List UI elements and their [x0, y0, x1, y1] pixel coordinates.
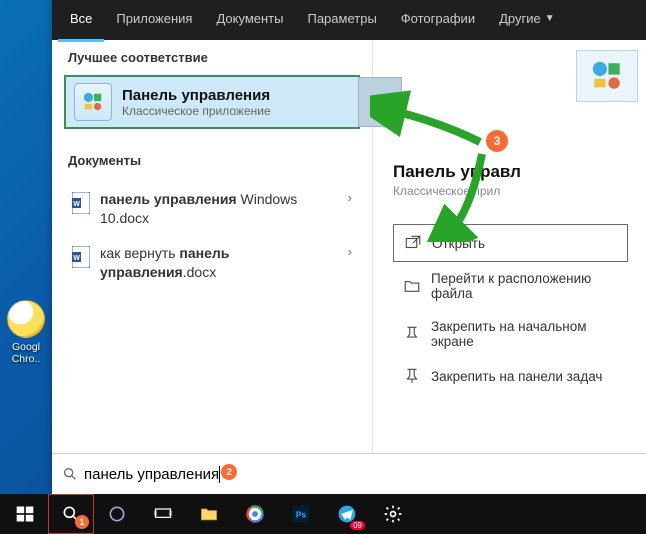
- pin-taskbar-icon: [403, 367, 421, 385]
- notification-badge: 09: [350, 521, 365, 530]
- action-open[interactable]: Открыть: [393, 224, 628, 262]
- folder-icon: [403, 277, 421, 295]
- tab-documents[interactable]: Документы: [204, 0, 295, 42]
- taskview-icon: [153, 504, 173, 524]
- docx-icon: W: [72, 246, 90, 268]
- search-content: Лучшее соответствие Панель управления Кл…: [52, 40, 646, 453]
- svg-text:W: W: [73, 255, 80, 262]
- svg-text:W: W: [73, 201, 80, 208]
- details-pane: Панель управл Классическое прил Открыть …: [373, 40, 646, 453]
- document-item[interactable]: W панель управления Windows 10.docx ›: [52, 182, 372, 236]
- chevron-right-icon: ›: [340, 190, 352, 205]
- tab-settings[interactable]: Параметры: [295, 0, 388, 42]
- tab-photos[interactable]: Фотографии: [389, 0, 487, 42]
- document-title: как вернуть панель управления.docx: [100, 244, 340, 282]
- best-match-item[interactable]: Панель управления Классическое приложени…: [64, 75, 360, 129]
- chrome-icon: [7, 300, 45, 338]
- taskbar-taskview-button[interactable]: [140, 494, 186, 534]
- action-pin-taskbar[interactable]: Закрепить на панели задач: [393, 358, 628, 394]
- photoshop-icon: Ps: [291, 504, 311, 524]
- circle-icon: [107, 504, 127, 524]
- folder-icon: [199, 504, 219, 524]
- search-bar[interactable]: панель управления 2: [52, 453, 646, 494]
- taskbar-explorer-button[interactable]: [186, 494, 232, 534]
- gear-icon: [383, 504, 403, 524]
- search-tabs: Все Приложения Документы Параметры Фотог…: [52, 0, 646, 40]
- documents-header: Документы: [52, 143, 372, 178]
- svg-text:Ps: Ps: [296, 509, 307, 519]
- taskbar-chrome-button[interactable]: [232, 494, 278, 534]
- start-button[interactable]: [2, 494, 48, 534]
- best-match-subtitle: Классическое приложение: [122, 104, 271, 118]
- document-title: панель управления Windows 10.docx: [100, 190, 340, 228]
- documents-list: W панель управления Windows 10.docx › W …: [52, 178, 372, 290]
- open-icon: [404, 234, 422, 252]
- desktop-icon-chrome[interactable]: Googl Chro..: [4, 300, 48, 365]
- tab-all[interactable]: Все: [58, 0, 104, 42]
- action-list: Открыть Перейти к расположению файла Зак…: [393, 224, 628, 394]
- tab-others[interactable]: Другие▼: [487, 0, 567, 42]
- taskbar: 1 Ps 09: [0, 494, 646, 534]
- desktop-icon-label: Googl Chro..: [4, 341, 48, 365]
- taskbar-settings-button[interactable]: [370, 494, 416, 534]
- windows-icon: [15, 504, 35, 524]
- chevron-down-icon: ▼: [545, 13, 555, 24]
- docx-icon: W: [72, 192, 90, 214]
- action-open-location[interactable]: Перейти к расположению файла: [393, 262, 628, 310]
- control-panel-icon: [74, 83, 112, 121]
- best-match-title: Панель управления: [122, 87, 271, 104]
- taskbar-photoshop-button[interactable]: Ps: [278, 494, 324, 534]
- pin-start-icon: [403, 325, 421, 343]
- taskbar-telegram-button[interactable]: 09: [324, 494, 370, 534]
- document-item[interactable]: W как вернуть панель управления.docx ›: [52, 236, 372, 290]
- app-subtitle: Классическое прил: [393, 184, 628, 198]
- results-left-column: Лучшее соответствие Панель управления Кл…: [52, 40, 373, 453]
- taskbar-search-button[interactable]: 1: [48, 494, 94, 534]
- app-hero-icon: [576, 50, 638, 102]
- app-title: Панель управл: [393, 162, 628, 182]
- taskbar-cortana-button[interactable]: [94, 494, 140, 534]
- chrome-icon: [245, 504, 265, 524]
- chevron-right-icon: ›: [340, 244, 352, 259]
- annotation-badge-1: 1: [75, 515, 89, 529]
- best-match-text: Панель управления Классическое приложени…: [122, 87, 271, 118]
- best-match-header: Лучшее соответствие: [52, 40, 372, 75]
- tab-apps[interactable]: Приложения: [104, 0, 204, 42]
- action-pin-start[interactable]: Закрепить на начальном экране: [393, 310, 628, 358]
- start-search-window: Все Приложения Документы Параметры Фотог…: [52, 0, 646, 494]
